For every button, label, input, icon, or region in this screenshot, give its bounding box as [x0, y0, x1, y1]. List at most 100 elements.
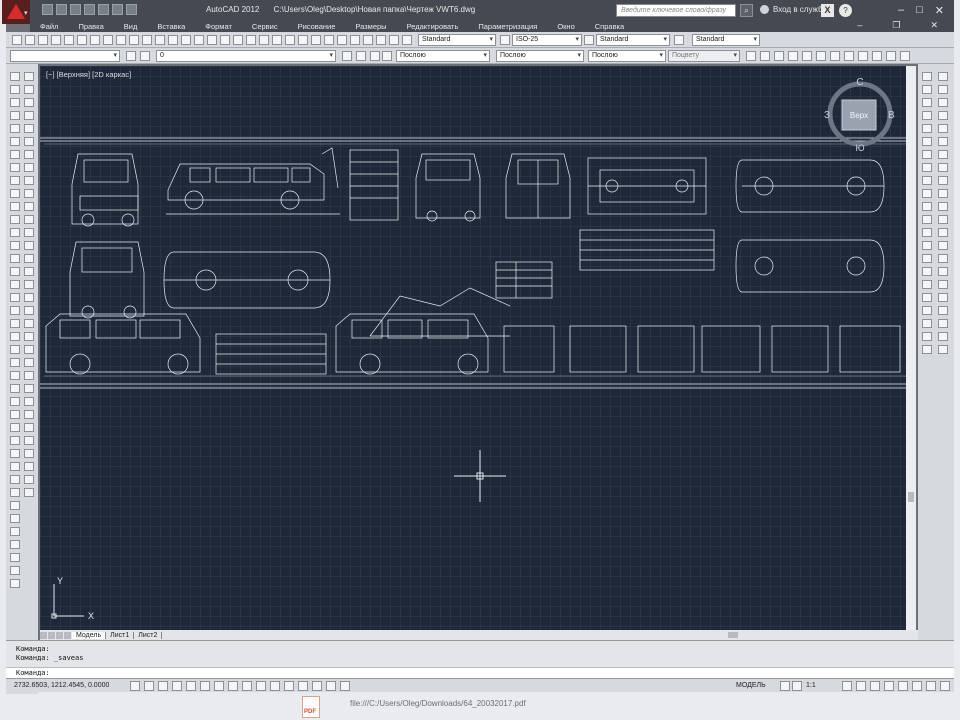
menu-draw[interactable]: Рисование	[288, 22, 346, 31]
modify-tool-icon[interactable]	[938, 267, 948, 276]
tb1-tool-icon[interactable]	[12, 35, 22, 45]
tb1-tool-icon[interactable]	[584, 35, 594, 45]
modify-tool-icon[interactable]	[938, 176, 948, 185]
draw-tool-icon[interactable]	[24, 254, 34, 263]
viewcube-north[interactable]: С	[856, 77, 863, 88]
draw-tool-icon[interactable]	[24, 202, 34, 211]
tb1-tool-icon[interactable]	[168, 35, 178, 45]
status-toggle-icon[interactable]	[200, 681, 210, 691]
draw-tool-icon[interactable]	[24, 189, 34, 198]
viewport-controls-label[interactable]: [−] [Верхняя] [2D каркас]	[46, 70, 131, 79]
autocad-logo-icon[interactable]: ▾	[2, 0, 30, 24]
linetype-select[interactable]: Послою	[496, 50, 584, 62]
draw-tool-icon[interactable]	[10, 176, 20, 185]
modify-tool-icon[interactable]	[922, 98, 932, 107]
draw-tool-icon[interactable]	[10, 540, 20, 549]
tb1-tool-icon[interactable]	[246, 35, 256, 45]
draw-tool-icon[interactable]	[10, 371, 20, 380]
table-style-select[interactable]: Standard	[596, 34, 670, 46]
annotation-scale[interactable]: 1:1	[806, 682, 816, 689]
viewcube-top-label[interactable]: Верх	[850, 111, 868, 120]
modify-tool-icon[interactable]	[922, 345, 932, 354]
status-toggle-icon[interactable]	[256, 681, 266, 691]
modify-tool-icon[interactable]	[922, 85, 932, 94]
draw-tool-icon[interactable]	[24, 449, 34, 458]
status-toggle-icon[interactable]	[284, 681, 294, 691]
tb2-tool-icon[interactable]	[746, 51, 756, 61]
tab-next-icon[interactable]	[56, 631, 63, 639]
draw-tool-icon[interactable]	[10, 280, 20, 289]
sign-in-button[interactable]: Вход в службы	[760, 5, 828, 14]
draw-tool-icon[interactable]	[10, 384, 20, 393]
menu-view[interactable]: Вид	[114, 22, 148, 31]
status-toggle-icon[interactable]	[842, 681, 852, 691]
draw-tool-icon[interactable]	[24, 137, 34, 146]
tb1-tool-icon[interactable]	[298, 35, 308, 45]
draw-tool-icon[interactable]	[24, 72, 34, 81]
status-toggle-icon[interactable]	[926, 681, 936, 691]
draw-tool-icon[interactable]	[24, 124, 34, 133]
draw-tool-icon[interactable]	[10, 579, 20, 588]
draw-tool-icon[interactable]	[10, 306, 20, 315]
menu-tools[interactable]: Сервис	[242, 22, 288, 31]
status-toggle-icon[interactable]	[172, 681, 182, 691]
status-toggle-icon[interactable]	[144, 681, 154, 691]
draw-tool-icon[interactable]	[24, 228, 34, 237]
draw-tool-icon[interactable]	[10, 423, 20, 432]
tb2-tool-icon[interactable]	[126, 51, 136, 61]
draw-tool-icon[interactable]	[10, 319, 20, 328]
menu-edit[interactable]: Правка	[68, 22, 113, 31]
draw-tool-icon[interactable]	[24, 267, 34, 276]
close-icon[interactable]: ✕	[935, 4, 944, 17]
tb1-tool-icon[interactable]	[116, 35, 126, 45]
tb1-tool-icon[interactable]	[142, 35, 152, 45]
draw-tool-icon[interactable]	[10, 215, 20, 224]
tb2-tool-icon[interactable]	[356, 51, 366, 61]
modify-tool-icon[interactable]	[938, 215, 948, 224]
modify-tool-icon[interactable]	[922, 306, 932, 315]
modify-tool-icon[interactable]	[922, 72, 932, 81]
draw-tool-icon[interactable]	[24, 280, 34, 289]
draw-tool-icon[interactable]	[10, 436, 20, 445]
tb2-tool-icon[interactable]	[872, 51, 882, 61]
viewcube[interactable]: Верх С З В Ю	[820, 74, 900, 154]
tb1-tool-icon[interactable]	[259, 35, 269, 45]
modify-tool-icon[interactable]	[938, 280, 948, 289]
help-search-input[interactable]: Введите ключевое слово/фразу	[616, 4, 736, 17]
draw-tool-icon[interactable]	[10, 124, 20, 133]
draw-tool-icon[interactable]	[10, 410, 20, 419]
modify-tool-icon[interactable]	[938, 319, 948, 328]
tb2-tool-icon[interactable]	[760, 51, 770, 61]
draw-tool-icon[interactable]	[24, 241, 34, 250]
draw-tool-icon[interactable]	[24, 176, 34, 185]
tb1-tool-icon[interactable]	[64, 35, 74, 45]
tb1-tool-icon[interactable]	[77, 35, 87, 45]
draw-tool-icon[interactable]	[10, 475, 20, 484]
print-icon[interactable]	[98, 4, 109, 15]
draw-tool-icon[interactable]	[24, 423, 34, 432]
draw-tool-icon[interactable]	[10, 72, 20, 81]
tb1-tool-icon[interactable]	[51, 35, 61, 45]
modify-tool-icon[interactable]	[938, 150, 948, 159]
tb2-tool-icon[interactable]	[370, 51, 380, 61]
draw-tool-icon[interactable]	[10, 98, 20, 107]
modify-tool-icon[interactable]	[938, 228, 948, 237]
tb1-tool-icon[interactable]	[181, 35, 191, 45]
draw-tool-icon[interactable]	[24, 319, 34, 328]
status-toggle-icon[interactable]	[298, 681, 308, 691]
status-toggle-icon[interactable]	[884, 681, 894, 691]
draw-tool-icon[interactable]	[10, 345, 20, 354]
draw-tool-icon[interactable]	[10, 137, 20, 146]
draw-tool-icon[interactable]	[10, 449, 20, 458]
vertical-scrollbar[interactable]	[906, 66, 916, 630]
tab-first-icon[interactable]	[40, 631, 47, 639]
status-toggle-icon[interactable]	[898, 681, 908, 691]
draw-tool-icon[interactable]	[24, 98, 34, 107]
draw-tool-icon[interactable]	[10, 241, 20, 250]
tb2-tool-icon[interactable]	[342, 51, 352, 61]
menu-insert[interactable]: Вставка	[147, 22, 195, 31]
draw-tool-icon[interactable]	[24, 345, 34, 354]
tb1-tool-icon[interactable]	[376, 35, 386, 45]
draw-tool-icon[interactable]	[10, 566, 20, 575]
viewcube-south[interactable]: Ю	[855, 143, 864, 153]
